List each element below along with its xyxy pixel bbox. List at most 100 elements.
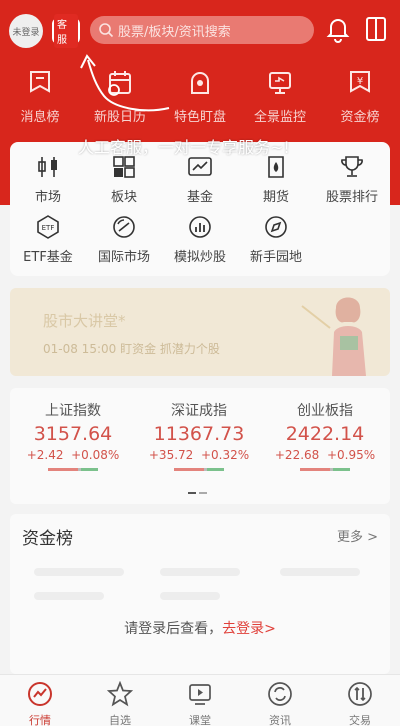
index-name: 上证指数 bbox=[45, 403, 101, 419]
grid-item-label: 期货 bbox=[262, 190, 289, 205]
index-value: 3157.64 bbox=[33, 423, 113, 445]
tab-watchlist[interactable]: 自选 bbox=[80, 675, 160, 726]
tab-label: 自选 bbox=[109, 714, 131, 726]
carousel-indicator bbox=[188, 492, 207, 494]
index-card[interactable]: 上证指数 3157.64 +2.42 +0.08% bbox=[10, 388, 136, 504]
tab-label: 课堂 bbox=[189, 714, 211, 726]
money-rank-icon: ¥ bbox=[350, 71, 370, 93]
etf-icon: ETF bbox=[37, 215, 59, 239]
index-change: +35.72 +0.32% bbox=[136, 448, 262, 462]
avatar[interactable]: 未登录 bbox=[9, 14, 43, 48]
login-link[interactable]: 去登录> bbox=[222, 621, 276, 637]
placeholder-bar bbox=[34, 568, 124, 576]
index-name: 深证成指 bbox=[171, 403, 227, 419]
trophy-icon bbox=[341, 156, 363, 177]
quick-link-ipo-calendar[interactable]: 新股日历 bbox=[80, 66, 160, 134]
quick-link-watch-market[interactable]: 特色盯盘 bbox=[160, 66, 240, 134]
tab-label: 行情 bbox=[29, 714, 51, 726]
bottom-tab-bar: 行情 自选 课堂 资讯 交易 bbox=[0, 674, 400, 726]
fund-rank-title: 资金榜 bbox=[22, 529, 73, 549]
tab-label: 交易 bbox=[349, 714, 371, 726]
fund-rank-more-link[interactable]: 更多 > bbox=[337, 526, 378, 545]
quick-link-label: 新股日历 bbox=[93, 110, 146, 125]
quick-link-label: 全景监控 bbox=[253, 110, 306, 125]
grid-item-futures[interactable]: 期货 bbox=[238, 152, 314, 212]
carousel-dot-active bbox=[188, 492, 196, 494]
candlestick-icon bbox=[38, 157, 57, 177]
grid-item-etf[interactable]: ETF ETF基金 bbox=[10, 212, 86, 272]
simulate-trade-icon bbox=[189, 216, 211, 238]
classroom-icon bbox=[189, 684, 211, 705]
sector-icon bbox=[113, 156, 135, 178]
tab-news[interactable]: 资讯 bbox=[240, 675, 320, 726]
grid-item-simulate-trade[interactable]: 模拟炒股 bbox=[162, 212, 238, 272]
index-change: +2.42 +0.08% bbox=[10, 448, 136, 462]
index-change-points: +35.72 bbox=[148, 448, 194, 462]
placeholder-bar bbox=[280, 568, 360, 576]
tab-classroom[interactable]: 课堂 bbox=[160, 675, 240, 726]
calendar-icon bbox=[109, 71, 131, 94]
grid-item-label: 新手园地 bbox=[249, 250, 302, 265]
grid-item-market[interactable]: 市场 bbox=[10, 152, 86, 212]
grid-item-beginner[interactable]: 新手园地 bbox=[238, 212, 314, 272]
tablet-icon[interactable] bbox=[364, 15, 388, 43]
promo-banner[interactable]: 股市大讲堂* 01-08 15:00 盯资金 抓潜力个股 bbox=[10, 288, 390, 376]
grid-item-stock-rank[interactable]: 股票排行 bbox=[314, 152, 390, 212]
grid-item-label: 模拟炒股 bbox=[173, 250, 226, 265]
global-market-icon bbox=[113, 216, 135, 238]
bell-icon[interactable] bbox=[326, 15, 350, 43]
index-value: 2422.14 bbox=[285, 423, 365, 445]
watch-market-icon bbox=[191, 72, 209, 94]
quick-links: 消息榜 新股日历 特色盯盘 全景监控 ¥ 资金榜 bbox=[0, 66, 400, 134]
index-card[interactable]: 创业板指 2422.14 +22.68 +0.95% bbox=[262, 388, 388, 504]
quick-link-message-rank[interactable]: 消息榜 bbox=[0, 66, 80, 134]
avatar-label: 未登录 bbox=[12, 27, 40, 38]
index-breadth-bar bbox=[48, 468, 98, 471]
index-value: 11367.73 bbox=[153, 423, 245, 445]
index-card[interactable]: 深证成指 11367.73 +35.72 +0.32% bbox=[136, 388, 262, 504]
news-icon bbox=[268, 682, 292, 706]
carousel-dot bbox=[199, 492, 207, 494]
banner-title: 股市大讲堂* bbox=[43, 312, 126, 330]
compass-icon bbox=[265, 216, 287, 238]
message-rank-icon bbox=[30, 71, 50, 93]
quick-link-monitor[interactable]: 全景监控 bbox=[240, 66, 320, 134]
index-change-points: +2.42 bbox=[26, 448, 64, 462]
quick-link-label: 特色盯盘 bbox=[173, 110, 226, 125]
quick-link-label: 资金榜 bbox=[340, 110, 380, 125]
top-bar: 未登录 客服 股票/板块/资讯搜索 bbox=[0, 0, 400, 60]
grid-item-label: 股票排行 bbox=[325, 190, 378, 205]
index-change: +22.68 +0.95% bbox=[262, 448, 388, 462]
grid-item-sector[interactable]: 板块 bbox=[86, 152, 162, 212]
placeholder-bar bbox=[160, 592, 220, 600]
feature-grid-panel: 市场 板块 基金 期货 股票排行 ETF ETF基金 国际市场 模拟炒股 新手园… bbox=[10, 142, 390, 276]
placeholder-bar bbox=[34, 592, 104, 600]
futures-icon bbox=[268, 156, 284, 178]
grid-item-label: 国际市场 bbox=[97, 250, 150, 265]
grid-item-global-market[interactable]: 国际市场 bbox=[86, 212, 162, 272]
index-breadth-bar bbox=[300, 468, 350, 471]
banner-subtitle: 01-08 15:00 盯资金 抓潜力个股 bbox=[43, 342, 220, 356]
tab-market[interactable]: 行情 bbox=[0, 675, 80, 726]
search-icon bbox=[99, 23, 114, 38]
lecturer-illustration bbox=[301, 297, 366, 376]
login-prompt: 请登录后查看，去登录> bbox=[10, 618, 390, 638]
grid-item-label: ETF基金 bbox=[23, 250, 73, 265]
index-name: 创业板指 bbox=[297, 403, 353, 419]
tab-label: 资讯 bbox=[269, 714, 291, 726]
star-icon bbox=[106, 680, 134, 707]
search-input[interactable]: 股票/板块/资讯搜索 bbox=[90, 16, 314, 44]
index-change-percent: +0.08% bbox=[71, 448, 120, 462]
fund-icon bbox=[188, 157, 212, 176]
quick-link-money-rank[interactable]: ¥ 资金榜 bbox=[320, 66, 400, 134]
customer-service-button[interactable]: 客服 bbox=[52, 14, 80, 48]
login-prompt-text: 请登录后查看， bbox=[124, 621, 223, 637]
grid-item-label: 基金 bbox=[186, 190, 213, 205]
quick-link-label: 消息榜 bbox=[20, 110, 60, 125]
search-placeholder: 股票/板块/资讯搜索 bbox=[118, 24, 231, 40]
trade-icon bbox=[348, 682, 372, 706]
tab-trade[interactable]: 交易 bbox=[320, 675, 400, 726]
index-change-percent: +0.95% bbox=[326, 448, 376, 462]
svg-text:¥: ¥ bbox=[357, 76, 363, 87]
grid-item-fund[interactable]: 基金 bbox=[162, 152, 238, 212]
